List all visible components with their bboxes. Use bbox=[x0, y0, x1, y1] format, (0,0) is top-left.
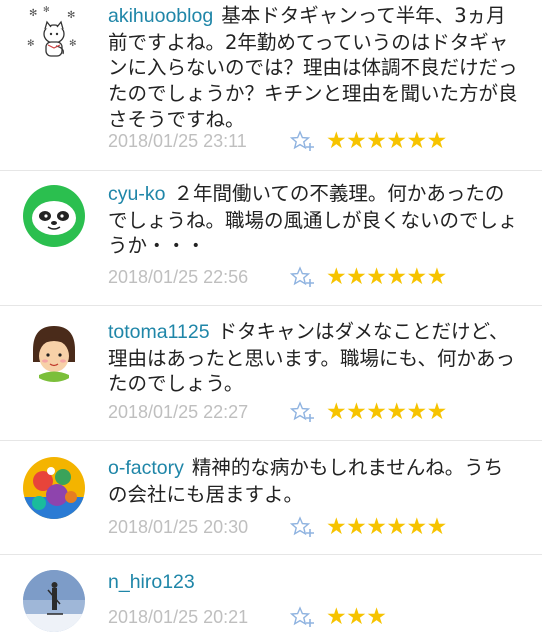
comment-username[interactable]: cyu-ko bbox=[108, 183, 165, 205]
svg-text:✻: ✻ bbox=[69, 39, 77, 49]
svg-text:✻: ✻ bbox=[67, 10, 75, 21]
star-rating[interactable]: ★★★★★★ bbox=[326, 513, 447, 541]
comment-timestamp: 2018/01/25 20:30 bbox=[108, 517, 249, 537]
star-rating[interactable]: ★★★★★★ bbox=[326, 127, 447, 155]
comment-list: ✻ ✻ ✻ ✻ ✻ akihuooblog 基本ドタギャンって半年、3ヵ月前ですよ… bbox=[0, 0, 542, 640]
add-star-icon[interactable] bbox=[289, 515, 316, 539]
avatar[interactable] bbox=[23, 570, 85, 632]
add-star-icon[interactable] bbox=[289, 400, 316, 424]
comment-text: ２年間働いての不義理。何かあったのでしょうね。職場の風通しが良くないのでしょうか… bbox=[108, 182, 518, 258]
add-star-icon[interactable] bbox=[289, 605, 316, 629]
avatar[interactable] bbox=[23, 185, 85, 247]
avatar[interactable] bbox=[23, 457, 85, 519]
comment-body: totoma1125 ドタキャンはダメなことだけど、理由はあったと思います。職場に… bbox=[108, 319, 520, 397]
comment-username[interactable]: totoma1125 bbox=[108, 321, 210, 343]
comment-timestamp: 2018/01/25 20:21 bbox=[108, 607, 249, 627]
comment-username[interactable]: n_hiro123 bbox=[108, 571, 195, 593]
comment-timestamp: 2018/01/25 22:56 bbox=[108, 267, 249, 287]
add-star-icon[interactable] bbox=[289, 129, 316, 153]
comment-username[interactable]: o-factory bbox=[108, 457, 184, 479]
svg-text:✻: ✻ bbox=[27, 39, 35, 49]
avatar[interactable]: ✻ ✻ ✻ ✻ ✻ bbox=[23, 2, 85, 64]
comment-item: cyu-ko ２年間働いての不義理。何かあったのでしょうね。職場の風通しが良くない… bbox=[0, 171, 542, 305]
comment-username[interactable]: akihuooblog bbox=[108, 5, 213, 27]
star-rating[interactable]: ★★★ bbox=[326, 603, 387, 631]
comment-body: n_hiro123 bbox=[108, 569, 520, 596]
comment-item: totoma1125 ドタキャンはダメなことだけど、理由はあったと思います。職場に… bbox=[0, 306, 542, 440]
star-rating[interactable]: ★★★★★★ bbox=[326, 263, 447, 291]
add-star-icon[interactable] bbox=[289, 265, 316, 289]
comment-item: n_hiro123 2018/01/25 20:21 ★★★ bbox=[0, 555, 542, 640]
svg-text:✻: ✻ bbox=[43, 5, 50, 14]
comment-body: cyu-ko ２年間働いての不義理。何かあったのでしょうね。職場の風通しが良くない… bbox=[108, 181, 520, 259]
comment-body: akihuooblog 基本ドタギャンって半年、3ヵ月前ですよね。2年勤めてってい… bbox=[108, 3, 520, 133]
star-rating[interactable]: ★★★★★★ bbox=[326, 398, 447, 426]
comment-item: o-factory 精神的な病かもしれませんね。うちの会社にも居ますよ。 2018… bbox=[0, 441, 542, 554]
comment-timestamp: 2018/01/25 23:11 bbox=[108, 131, 247, 151]
comment-item: ✻ ✻ ✻ ✻ ✻ akihuooblog 基本ドタギャンって半年、3ヵ月前ですよ… bbox=[0, 0, 542, 170]
avatar[interactable] bbox=[23, 320, 85, 382]
comment-timestamp: 2018/01/25 22:27 bbox=[108, 402, 249, 422]
svg-text:✻: ✻ bbox=[29, 8, 37, 19]
comment-body: o-factory 精神的な病かもしれませんね。うちの会社にも居ますよ。 bbox=[108, 455, 520, 507]
